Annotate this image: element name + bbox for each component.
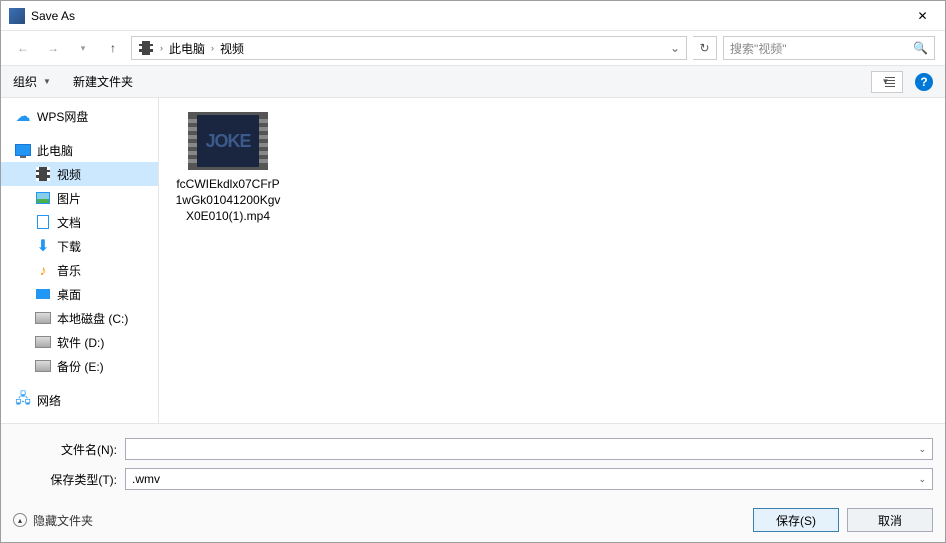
view-dropdown-icon: ▼ [882, 77, 890, 86]
address-bar[interactable]: › 此电脑 › 视频 ⌄ [131, 36, 687, 60]
chevron-icon: › [211, 43, 214, 53]
content-pane[interactable]: JOKE fcCWIEkdlx07CFrP1wGk01041200KgvX0E0… [159, 98, 945, 423]
music-icon: ♪ [35, 262, 51, 278]
disk-icon [35, 336, 51, 348]
filetype-label: 保存类型(T): [13, 471, 125, 488]
new-folder-button[interactable]: 新建文件夹 [73, 73, 133, 90]
dropdown-icon[interactable]: ⌄ [918, 474, 926, 485]
window-title: Save As [31, 9, 900, 23]
back-button[interactable]: ← [11, 36, 35, 60]
search-icon: 🔍 [913, 41, 928, 55]
document-icon [37, 215, 49, 229]
download-icon: ⬇ [35, 238, 51, 254]
sidebar: ☁WPS网盘 此电脑 视频 图片 文档 ⬇下载 ♪音乐 桌面 本地磁盘 (C:)… [1, 98, 159, 423]
search-input[interactable]: 搜索"视频" 🔍 [723, 36, 935, 60]
view-button[interactable]: ▼ [871, 71, 903, 93]
folder-icon [139, 41, 153, 55]
hide-folders-toggle[interactable]: ▴ 隐藏文件夹 [13, 512, 93, 529]
up-button[interactable]: ↑ [101, 36, 125, 60]
save-button[interactable]: 保存(S) [753, 508, 839, 532]
sidebar-item-downloads[interactable]: ⬇下载 [1, 234, 158, 258]
sidebar-item-video[interactable]: 视频 [1, 162, 158, 186]
sidebar-item-music[interactable]: ♪音乐 [1, 258, 158, 282]
bottom-panel: 文件名(N): ⌄ 保存类型(T): .wmv⌄ ▴ 隐藏文件夹 保存(S) 取… [1, 423, 945, 542]
file-name: fcCWIEkdlx07CFrP1wGk01041200KgvX0E010(1)… [173, 176, 283, 225]
sidebar-item-documents[interactable]: 文档 [1, 210, 158, 234]
filename-label: 文件名(N): [13, 441, 125, 458]
monitor-icon [15, 144, 31, 156]
collapse-icon: ▴ [13, 513, 27, 527]
app-icon [9, 8, 25, 24]
refresh-button[interactable]: ↻ [693, 36, 717, 60]
desktop-icon [36, 289, 50, 299]
breadcrumb-root[interactable]: 此电脑 [169, 40, 205, 57]
chevron-icon: › [160, 43, 163, 53]
dropdown-icon[interactable]: ⌄ [918, 444, 926, 455]
video-thumbnail: JOKE [188, 112, 268, 170]
cloud-icon: ☁ [15, 108, 31, 124]
image-icon [36, 192, 50, 204]
nav-row: ← → ▾ ↑ › 此电脑 › 视频 ⌄ ↻ 搜索"视频" 🔍 [1, 31, 945, 65]
filetype-select[interactable]: .wmv⌄ [125, 468, 933, 490]
network-icon: 🖧 [15, 392, 31, 408]
sidebar-item-network[interactable]: 🖧网络 [1, 388, 158, 412]
search-placeholder: 搜索"视频" [730, 40, 913, 57]
help-button[interactable]: ? [915, 73, 933, 91]
sidebar-item-disk-e[interactable]: 备份 (E:) [1, 354, 158, 378]
history-dropdown[interactable]: ▾ [71, 36, 95, 60]
breadcrumb-current[interactable]: 视频 [220, 40, 244, 57]
close-button[interactable]: ✕ [900, 1, 945, 31]
toolbar: 组织 ▼ 新建文件夹 ▼ ? [1, 65, 945, 98]
filename-input[interactable]: ⌄ [125, 438, 933, 460]
forward-button[interactable]: → [41, 36, 65, 60]
cancel-button[interactable]: 取消 [847, 508, 933, 532]
sidebar-item-desktop[interactable]: 桌面 [1, 282, 158, 306]
organize-button[interactable]: 组织 [13, 73, 37, 90]
main-area: ☁WPS网盘 此电脑 视频 图片 文档 ⬇下载 ♪音乐 桌面 本地磁盘 (C:)… [1, 98, 945, 423]
sidebar-item-disk-d[interactable]: 软件 (D:) [1, 330, 158, 354]
film-icon [36, 167, 50, 181]
titlebar: Save As ✕ [1, 1, 945, 31]
organize-dropdown-icon[interactable]: ▼ [43, 77, 51, 86]
file-item[interactable]: JOKE fcCWIEkdlx07CFrP1wGk01041200KgvX0E0… [173, 112, 283, 225]
address-dropdown-icon[interactable]: ⌄ [670, 41, 680, 55]
sidebar-item-disk-c[interactable]: 本地磁盘 (C:) [1, 306, 158, 330]
sidebar-item-pc[interactable]: 此电脑 [1, 138, 158, 162]
sidebar-item-wps[interactable]: ☁WPS网盘 [1, 104, 158, 128]
sidebar-item-pictures[interactable]: 图片 [1, 186, 158, 210]
disk-icon [35, 360, 51, 372]
disk-icon [35, 312, 51, 324]
